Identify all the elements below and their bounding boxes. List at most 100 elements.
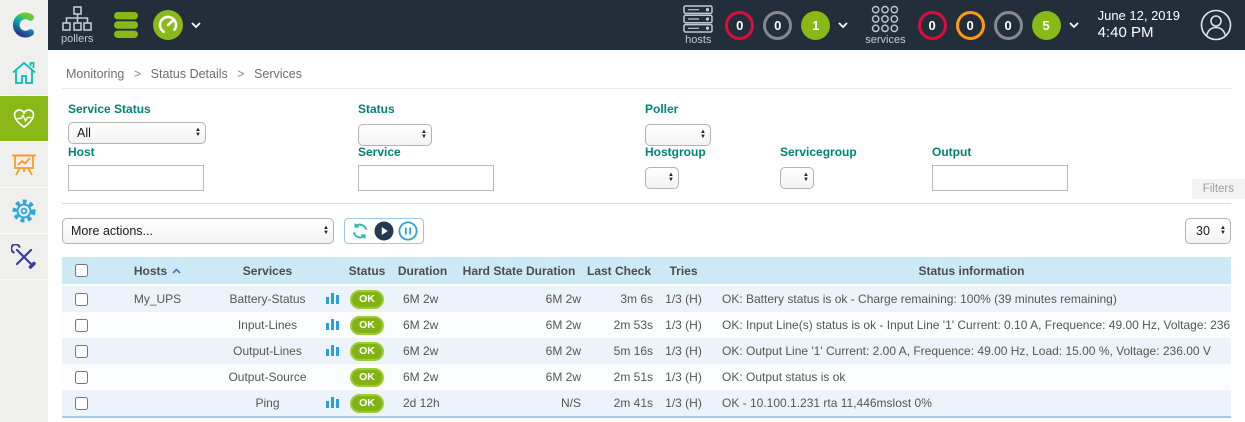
host-cell[interactable]: My_UPS (100, 285, 215, 312)
current-time: 4:40 PM (1098, 24, 1180, 43)
poller-latency-status[interactable] (153, 10, 183, 40)
header-tries[interactable]: Tries (655, 257, 712, 285)
servicegroup-select[interactable] (780, 167, 814, 189)
service-input[interactable] (358, 165, 494, 191)
user-menu-button[interactable] (1200, 9, 1232, 41)
services-summary-button[interactable]: services (865, 5, 905, 46)
header-status-information[interactable]: Status information (712, 257, 1231, 285)
user-icon (1200, 9, 1232, 41)
refresh-icon (351, 222, 369, 240)
row-checkbox[interactable] (75, 397, 88, 410)
hosts-icon (683, 5, 713, 33)
services-label: services (865, 35, 905, 46)
services-chevron-down-icon[interactable] (1068, 21, 1080, 29)
pollers-button[interactable]: pollers (61, 6, 93, 45)
last-check-cell: 5m 16s (583, 338, 655, 364)
status-select[interactable] (358, 124, 432, 146)
poller-select[interactable] (645, 124, 711, 146)
service-status-select[interactable]: All (68, 122, 206, 144)
table-row: Ping OK 2d 12h N/S 2m 41s 1/3 (H) OK - 1… (62, 390, 1231, 417)
host-cell[interactable] (100, 338, 215, 364)
sidebar-item-monitoring[interactable] (0, 96, 48, 142)
select-arrows-icon (421, 130, 427, 140)
row-checkbox[interactable] (75, 371, 88, 384)
services-pending-badge[interactable]: 0 (994, 11, 1023, 40)
page-size-select[interactable]: 30 (1185, 218, 1231, 244)
poller-db-status[interactable] (111, 10, 141, 40)
pollers-chevron-down-icon[interactable] (190, 21, 202, 29)
breadcrumb-status-details[interactable]: Status Details (151, 67, 228, 81)
host-cell[interactable] (100, 364, 215, 390)
filters-toggle-button[interactable]: Filters (1192, 179, 1245, 199)
services-critical-badge[interactable]: 0 (918, 11, 947, 40)
row-checkbox[interactable] (75, 345, 88, 358)
more-actions-value: More actions... (71, 224, 153, 238)
tries-cell: 1/3 (H) (655, 338, 712, 364)
header-hard-state-duration[interactable]: Hard State Duration (455, 257, 583, 285)
current-date: June 12, 2019 (1098, 8, 1180, 24)
toolbar: More actions... (62, 217, 1231, 244)
pause-button[interactable] (398, 221, 418, 241)
breadcrumb-services[interactable]: Services (254, 67, 302, 81)
breadcrumb-monitoring[interactable]: Monitoring (66, 67, 124, 81)
table-row: Output-Source OK 6M 2w 6M 2w 2m 51s 1/3 … (62, 364, 1231, 390)
service-cell[interactable]: Battery-Status (215, 285, 320, 312)
row-checkbox[interactable] (75, 319, 88, 332)
host-cell[interactable] (100, 390, 215, 417)
select-arrows-icon (668, 173, 674, 183)
refresh-button[interactable] (350, 221, 370, 241)
services-warning-badge[interactable]: 0 (956, 11, 985, 40)
table-row: Input-Lines OK 6M 2w 6M 2w 2m 53s 1/3 (H… (62, 312, 1231, 338)
hosts-summary-button[interactable]: hosts (683, 5, 713, 46)
output-input[interactable] (932, 165, 1068, 191)
chart-easel-icon (11, 152, 37, 178)
sidebar-item-home[interactable] (0, 50, 48, 96)
graph-icon[interactable] (326, 396, 339, 411)
hard-state-duration-cell: 6M 2w (455, 285, 583, 312)
centreon-logo-icon (9, 10, 39, 40)
centreon-logo[interactable] (0, 0, 48, 50)
graph-icon[interactable] (326, 344, 339, 359)
graph-icon[interactable] (326, 318, 339, 333)
duration-cell: 6M 2w (390, 285, 455, 312)
more-actions-select[interactable]: More actions... (62, 218, 334, 244)
service-cell[interactable]: Output-Lines (215, 338, 320, 364)
status-information-cell: OK: Output Line '1' Current: 2.00 A, Fre… (712, 338, 1231, 364)
play-icon (374, 221, 394, 241)
play-button[interactable] (374, 221, 394, 241)
service-status-label: Service Status (68, 102, 206, 116)
database-icon (111, 10, 141, 40)
header-status[interactable]: Status (344, 257, 390, 285)
header-hosts[interactable]: Hosts (100, 257, 215, 285)
home-icon (11, 60, 37, 86)
service-cell[interactable]: Input-Lines (215, 312, 320, 338)
sidebar-item-administration[interactable] (0, 234, 48, 280)
services-table: Hosts Services Status Duration Hard Stat… (62, 257, 1231, 418)
header-graph (320, 257, 344, 285)
sidebar-item-configuration[interactable] (0, 188, 48, 234)
host-cell[interactable] (100, 312, 215, 338)
hosts-chevron-down-icon[interactable] (837, 21, 849, 29)
hosts-down-badge[interactable]: 0 (725, 11, 754, 40)
service-cell[interactable]: Output-Source (215, 364, 320, 390)
host-input[interactable] (68, 165, 204, 191)
row-checkbox[interactable] (75, 293, 88, 306)
hostgroup-select[interactable] (645, 167, 679, 189)
hosts-up-badge[interactable]: 1 (801, 11, 830, 40)
select-all-checkbox[interactable] (75, 264, 88, 277)
graph-icon[interactable] (326, 292, 339, 307)
status-information-cell: OK: Input Line(s) status is ok - Input L… (712, 312, 1231, 338)
duration-cell: 6M 2w (390, 338, 455, 364)
output-label: Output (932, 145, 1068, 159)
tries-cell: 1/3 (H) (655, 364, 712, 390)
sidebar-item-reporting[interactable] (0, 142, 48, 188)
status-label: Status (358, 102, 432, 116)
hosts-pending-badge[interactable]: 0 (763, 11, 792, 40)
services-ok-badge[interactable]: 5 (1032, 11, 1061, 40)
service-cell[interactable]: Ping (215, 390, 320, 417)
header-duration[interactable]: Duration (390, 257, 455, 285)
header-last-check[interactable]: Last Check (583, 257, 655, 285)
heartbeat-icon (11, 106, 37, 132)
header-hosts-label: Hosts (134, 264, 167, 278)
header-services[interactable]: Services (215, 257, 320, 285)
